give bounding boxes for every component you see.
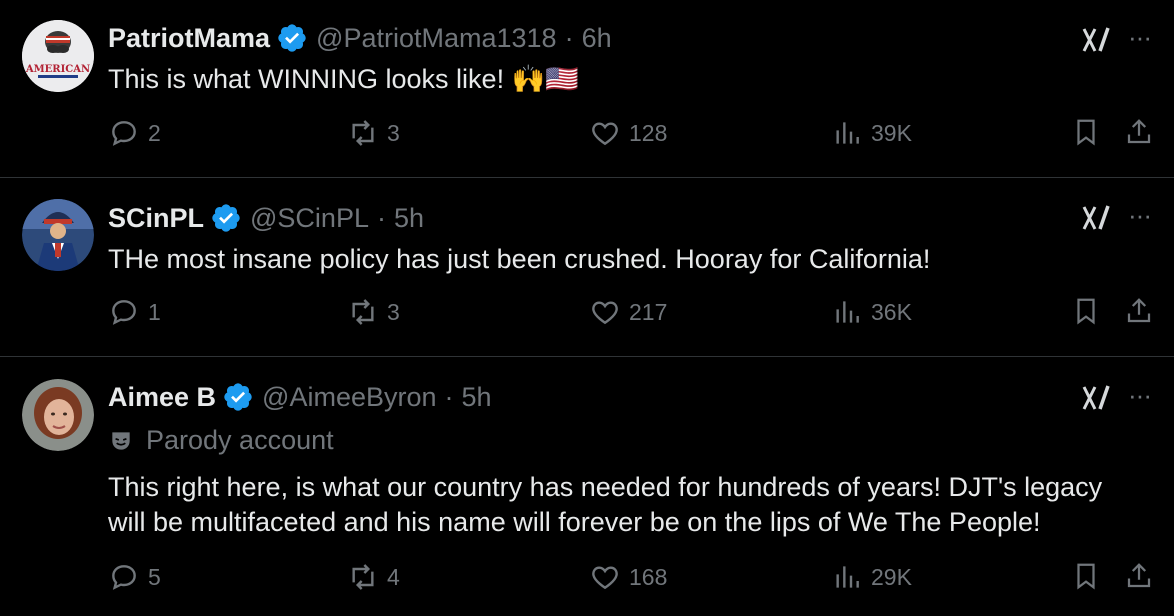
more-options-icon[interactable]: ··· (1128, 22, 1152, 53)
grok-icon[interactable] (1081, 203, 1111, 233)
like-button[interactable]: 217 (589, 296, 667, 328)
views-icon (836, 122, 859, 144)
verified-badge-icon[interactable] (210, 202, 242, 234)
repost-button[interactable]: 3 (347, 296, 400, 328)
reply-icon (112, 121, 136, 146)
action-bar: 1 3 217 36K (0, 296, 1174, 336)
repost-count: 3 (387, 119, 400, 146)
tweet-text: THe most insane policy has just been cru… (108, 244, 931, 274)
repost-button[interactable]: 4 (347, 561, 400, 593)
action-bar: 2 3 128 39K (0, 117, 1174, 157)
like-button[interactable]: 168 (589, 561, 667, 593)
reply-icon (112, 565, 136, 590)
views-icon (836, 301, 859, 323)
repost-button[interactable]: 3 (347, 117, 400, 149)
bookmark-icon (1077, 119, 1095, 146)
display-name[interactable]: SCinPL (108, 203, 204, 234)
views-button[interactable]: 39K (831, 117, 912, 149)
bookmark-icon (1077, 563, 1095, 590)
handle[interactable]: @SCinPL (250, 203, 369, 234)
parody-label: Parody account (108, 425, 334, 456)
bookmark-button[interactable] (1071, 296, 1109, 326)
verified-badge-icon[interactable] (222, 381, 254, 413)
views-icon (836, 566, 859, 588)
like-icon (592, 566, 618, 590)
views-count: 29K (871, 563, 912, 590)
share-button[interactable] (1124, 117, 1162, 147)
separator: · (376, 202, 386, 233)
bookmark-button[interactable] (1071, 117, 1109, 147)
verified-badge-icon[interactable] (276, 22, 308, 54)
views-count: 36K (871, 298, 912, 325)
repost-icon (352, 299, 374, 325)
avatar[interactable] (22, 199, 94, 271)
like-button[interactable]: 128 (589, 117, 667, 149)
avatar[interactable] (22, 379, 94, 451)
tweet-header: PatriotMama @PatriotMama1318 · 6h (108, 22, 612, 54)
timestamp[interactable]: 6h (582, 23, 612, 54)
share-icon (1127, 119, 1151, 144)
like-icon (592, 301, 618, 325)
handle[interactable]: @AimeeByron (262, 382, 436, 413)
tweet-patriotmama[interactable]: AMERICAN PatriotMama @PatriotMama1318 · … (0, 0, 1174, 177)
like-count: 128 (629, 119, 668, 146)
parody-mask-icon (112, 431, 130, 450)
like-count: 217 (629, 298, 668, 325)
share-icon (1127, 563, 1151, 588)
views-button[interactable]: 29K (831, 561, 912, 593)
separator: · (444, 381, 454, 412)
like-icon (592, 122, 618, 146)
tweet-text-line-1: This right here, is what our country has… (108, 472, 1103, 502)
more-options-icon[interactable]: ··· (1128, 200, 1152, 231)
avatar-logo-text: AMERICAN (25, 64, 90, 75)
timestamp[interactable]: 5h (394, 203, 424, 234)
share-icon (1127, 298, 1151, 323)
views-count: 39K (871, 119, 912, 146)
reply-count: 1 (148, 298, 161, 325)
tweet-header: Aimee B @AimeeByron · 5h (108, 381, 492, 413)
tweet-header: SCinPL @SCinPL · 5h (108, 202, 424, 234)
more-options-icon[interactable]: ··· (1128, 380, 1152, 411)
timestamp[interactable]: 5h (462, 382, 492, 413)
grok-icon[interactable] (1081, 25, 1111, 55)
views-button[interactable]: 36K (831, 296, 912, 328)
repost-count: 4 (387, 563, 400, 590)
action-bar: 5 4 168 29K (0, 561, 1174, 601)
repost-icon (352, 120, 374, 146)
tweet-aimeeb[interactable]: Aimee B @AimeeByron · 5h ··· Parody acco… (0, 357, 1174, 616)
reply-button[interactable]: 5 (108, 561, 161, 593)
parody-label-text: Parody account (146, 425, 334, 455)
reply-count: 2 (148, 119, 161, 146)
reply-count: 5 (148, 563, 161, 590)
display-name[interactable]: Aimee B (108, 382, 216, 413)
reply-button[interactable]: 1 (108, 296, 161, 328)
tweet-scinpl[interactable]: SCinPL @SCinPL · 5h ··· THe most insane … (0, 178, 1174, 356)
avatar[interactable]: AMERICAN (22, 20, 94, 92)
tweet-text: This is what WINNING looks like! 🙌🇺🇸 (108, 64, 579, 94)
separator: · (564, 22, 574, 53)
reply-icon (112, 300, 136, 325)
reply-button[interactable]: 2 (108, 117, 161, 149)
grok-icon[interactable] (1081, 383, 1111, 413)
repost-icon (352, 564, 374, 590)
repost-count: 3 (387, 298, 400, 325)
bookmark-button[interactable] (1071, 561, 1109, 591)
display-name[interactable]: PatriotMama (108, 23, 270, 54)
avatar-image (22, 199, 94, 271)
tweet-text-line-2: will be multifaceted and his name will f… (108, 507, 1041, 537)
avatar-image: AMERICAN (22, 20, 94, 92)
share-button[interactable] (1124, 561, 1162, 591)
like-count: 168 (629, 563, 668, 590)
avatar-image (22, 379, 94, 451)
handle[interactable]: @PatriotMama1318 (316, 23, 557, 54)
bookmark-icon (1077, 298, 1095, 325)
share-button[interactable] (1124, 296, 1162, 326)
